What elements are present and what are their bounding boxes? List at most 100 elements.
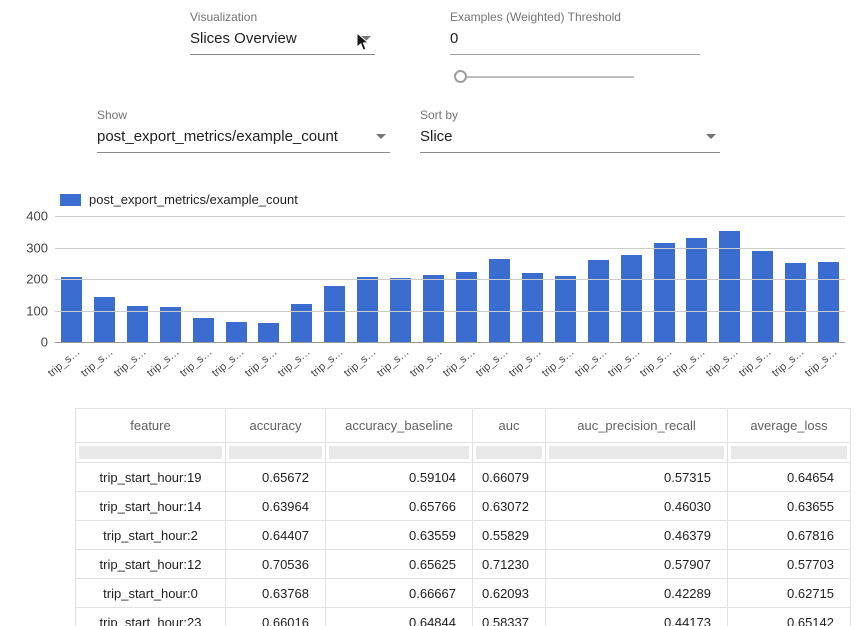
column-header[interactable]: auc_precision_recall — [546, 409, 728, 443]
table-row[interactable]: trip_start_hour:190.656720.591040.660790… — [76, 463, 851, 492]
metric-cell: 0.66667 — [326, 579, 473, 608]
chart-bar[interactable] — [423, 275, 444, 342]
chart-bar[interactable] — [555, 276, 576, 342]
legend-swatch — [60, 194, 81, 206]
feature-cell: trip_start_hour:14 — [76, 492, 226, 521]
visualization-dropdown[interactable]: Slices Overview — [190, 30, 375, 55]
chart-bar[interactable] — [752, 251, 773, 342]
legend-label: post_export_metrics/example_count — [89, 192, 298, 207]
chart-bar[interactable] — [226, 322, 247, 342]
chart-bar[interactable] — [160, 307, 181, 342]
column-header[interactable]: feature — [76, 409, 226, 443]
metrics-table-container: featureaccuracyaccuracy_baselineaucauc_p… — [75, 408, 850, 626]
threshold-input[interactable]: 0 — [450, 30, 700, 55]
feature-cell: trip_start_hour:23 — [76, 608, 226, 626]
feature-cell: trip_start_hour:19 — [76, 463, 226, 492]
filter-row — [76, 443, 851, 463]
visualization-selected-value: Slices Overview — [190, 30, 297, 47]
column-header[interactable]: accuracy — [226, 409, 326, 443]
metric-cell: 0.58337 — [473, 608, 546, 626]
slices-overview-page: Visualization Slices Overview Examples (… — [0, 0, 863, 626]
sort-by-label: Sort by — [420, 108, 720, 122]
column-filter-input[interactable] — [329, 446, 469, 459]
metric-cell: 0.46030 — [546, 492, 728, 521]
y-tick-label: 0 — [41, 335, 48, 350]
chart-bar[interactable] — [621, 255, 642, 342]
chart-bar[interactable] — [127, 306, 148, 342]
metric-cell: 0.63655 — [728, 492, 851, 521]
chart-bar[interactable] — [258, 323, 279, 342]
column-filter-input[interactable] — [549, 446, 724, 459]
metric-cell: 0.57907 — [546, 550, 728, 579]
chart-bar[interactable] — [588, 260, 609, 342]
chart-bar[interactable] — [522, 273, 543, 342]
gridline — [55, 248, 845, 249]
gridline — [55, 216, 845, 217]
x-tick-label: trip_s… — [46, 346, 83, 380]
chart-bar[interactable] — [94, 297, 115, 342]
sort-by-selected-value: Slice — [420, 128, 453, 145]
chart-y-axis: 0100200300400 — [12, 216, 48, 342]
chart-bar[interactable] — [818, 262, 839, 342]
chevron-down-icon — [376, 134, 386, 139]
chart-bar[interactable] — [324, 286, 345, 342]
table-row[interactable]: trip_start_hour:230.660160.648440.583370… — [76, 608, 851, 626]
metric-cell: 0.65766 — [326, 492, 473, 521]
metric-cell: 0.70536 — [226, 550, 326, 579]
column-filter-input[interactable] — [731, 446, 847, 459]
table-row[interactable]: trip_start_hour:140.639640.657660.630720… — [76, 492, 851, 521]
metrics-table: featureaccuracyaccuracy_baselineaucauc_p… — [75, 408, 851, 626]
table-row[interactable]: trip_start_hour:120.705360.656250.712300… — [76, 550, 851, 579]
table-body: trip_start_hour:190.656720.591040.660790… — [76, 443, 851, 626]
column-filter-input[interactable] — [476, 446, 542, 459]
slider-knob[interactable] — [454, 70, 467, 83]
threshold-control: Examples (Weighted) Threshold 0 — [450, 10, 700, 55]
column-header[interactable]: auc — [473, 409, 546, 443]
chart-bar[interactable] — [686, 238, 707, 342]
gridline — [55, 311, 845, 312]
gridline — [55, 342, 845, 343]
chart-plot — [55, 216, 845, 342]
chart-bar[interactable] — [489, 259, 510, 342]
column-filter-input[interactable] — [79, 446, 222, 459]
metric-cell: 0.64844 — [326, 608, 473, 626]
feature-cell: trip_start_hour:12 — [76, 550, 226, 579]
visualization-control: Visualization Slices Overview — [190, 10, 375, 55]
metric-cell: 0.62093 — [473, 579, 546, 608]
y-tick-label: 400 — [26, 209, 48, 224]
metric-cell: 0.66079 — [473, 463, 546, 492]
column-header[interactable]: accuracy_baseline — [326, 409, 473, 443]
y-tick-label: 200 — [26, 272, 48, 287]
table-row[interactable]: trip_start_hour:20.644070.635590.558290.… — [76, 521, 851, 550]
metric-cell: 0.64654 — [728, 463, 851, 492]
chart-bar[interactable] — [456, 272, 477, 342]
metric-cell: 0.62715 — [728, 579, 851, 608]
metric-cell: 0.46379 — [546, 521, 728, 550]
y-tick-label: 100 — [26, 303, 48, 318]
metric-cell: 0.65625 — [326, 550, 473, 579]
metric-cell: 0.64407 — [226, 521, 326, 550]
column-header[interactable]: average_loss — [728, 409, 851, 443]
slider-track-icon[interactable] — [462, 76, 634, 78]
metric-cell: 0.65142 — [728, 608, 851, 626]
metric-cell: 0.57703 — [728, 550, 851, 579]
chart-bar[interactable] — [193, 318, 214, 342]
show-dropdown[interactable]: post_export_metrics/example_count — [97, 128, 390, 153]
chart-bar[interactable] — [785, 263, 806, 342]
metric-cell: 0.55829 — [473, 521, 546, 550]
metric-cell: 0.44173 — [546, 608, 728, 626]
table-row[interactable]: trip_start_hour:00.637680.666670.620930.… — [76, 579, 851, 608]
metric-cell: 0.59104 — [326, 463, 473, 492]
chart-bar[interactable] — [654, 243, 675, 342]
sort-by-dropdown[interactable]: Slice — [420, 128, 720, 153]
show-control: Show post_export_metrics/example_count — [97, 108, 390, 153]
metric-cell: 0.66016 — [226, 608, 326, 626]
mouse-cursor-icon — [356, 32, 372, 57]
show-label: Show — [97, 108, 390, 122]
y-tick-label: 300 — [26, 240, 48, 255]
chevron-down-icon — [706, 134, 716, 139]
feature-cell: trip_start_hour:0 — [76, 579, 226, 608]
sort-by-control: Sort by Slice — [420, 108, 720, 153]
threshold-slider[interactable] — [452, 70, 634, 84]
column-filter-input[interactable] — [229, 446, 322, 459]
